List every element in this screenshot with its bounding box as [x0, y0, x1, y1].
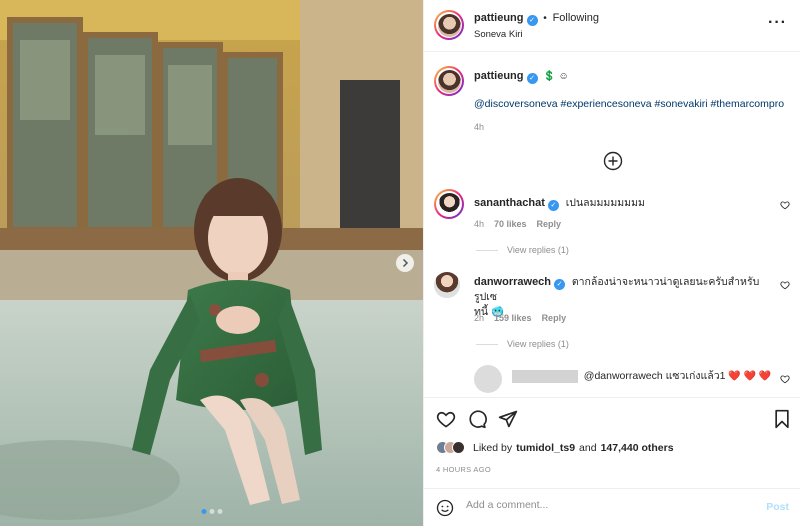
- following-button[interactable]: Following: [553, 12, 599, 24]
- caption-emojis: 💲 ☺: [543, 71, 569, 82]
- post-panel: pattieung ✓ • Following Soneva Kiri ··· p…: [423, 0, 800, 526]
- photo-image: [0, 0, 423, 526]
- reply-text: @danworrawech แซวเก่งแล้ว1: [583, 370, 729, 382]
- share-paper-plane-icon[interactable]: [498, 409, 518, 429]
- comment-box: Post: [424, 488, 800, 526]
- likes-summary: Liked by tumidol_ts9 and 147,440 others: [436, 441, 674, 454]
- comment-avatar[interactable]: [434, 189, 464, 219]
- verified-icon: ✓: [526, 15, 538, 26]
- avatar: [452, 441, 465, 454]
- comment-likes[interactable]: 70 likes: [494, 219, 527, 229]
- like-comment-heart-icon[interactable]: [780, 280, 790, 290]
- location-link[interactable]: Soneva Kiri: [474, 29, 599, 40]
- comment-bubble-icon[interactable]: [467, 409, 487, 429]
- caption-username[interactable]: pattieung: [474, 70, 524, 82]
- post-photo[interactable]: [0, 0, 423, 526]
- chevron-right-icon: [402, 258, 409, 268]
- comment-username[interactable]: danworrawech: [474, 276, 551, 288]
- view-replies-button[interactable]: View replies (1): [476, 339, 569, 349]
- carousel-dot: [201, 509, 206, 514]
- comment-username[interactable]: sananthachat: [474, 197, 545, 209]
- caption-hashtags[interactable]: @discoversoneva #experiencesoneva #sonev…: [474, 98, 784, 110]
- verified-icon: ✓: [554, 279, 566, 290]
- verified-icon: ✓: [547, 200, 559, 211]
- caption-avatar[interactable]: [434, 66, 464, 96]
- load-more-comments-button[interactable]: [603, 151, 623, 174]
- view-replies-button[interactable]: View replies (1): [476, 245, 569, 255]
- censored-username: [512, 369, 578, 383]
- caption: pattieung ✓ 💲 ☺: [474, 70, 569, 84]
- comment-text: เปนลมมมมมมมม: [565, 197, 645, 209]
- post-comment-button[interactable]: Post: [766, 501, 789, 513]
- post-timestamp[interactable]: 4 HOURS AGO: [436, 465, 491, 474]
- author-avatar[interactable]: [434, 10, 464, 40]
- likes-and: and: [579, 441, 597, 454]
- caption-time: 4h: [474, 122, 485, 132]
- emoji-icon[interactable]: [436, 499, 454, 517]
- like-heart-icon[interactable]: [436, 409, 456, 429]
- author-username[interactable]: pattieung: [474, 12, 524, 24]
- carousel-dot: [209, 509, 214, 514]
- comment-meta: 2h 159 likes Reply: [474, 313, 566, 323]
- reply-button[interactable]: Reply: [542, 313, 567, 323]
- liker-username[interactable]: tumidol_ts9: [516, 442, 575, 454]
- verified-icon: ✓: [526, 73, 538, 84]
- comment-item: sananthachat ✓ เปนลมมมมมมมม: [474, 194, 645, 211]
- more-horizontal-icon[interactable]: ···: [768, 15, 787, 31]
- comment-meta: 4h 70 likes Reply: [474, 219, 561, 229]
- reply-hearts: ❤️ ❤️ ❤️: [728, 371, 772, 382]
- likes-count[interactable]: 147,440 others: [601, 442, 674, 454]
- carousel-dots: [201, 509, 222, 514]
- liker-avatars: [436, 441, 465, 454]
- likes-prefix: Liked by: [473, 441, 513, 454]
- bookmark-icon[interactable]: [773, 409, 791, 429]
- comment-time: 4h: [474, 219, 485, 229]
- comment-time: 2h: [474, 313, 485, 323]
- like-comment-heart-icon[interactable]: [780, 374, 790, 384]
- comment-likes[interactable]: 159 likes: [494, 313, 532, 323]
- carousel-dot: [217, 509, 222, 514]
- comment-avatar[interactable]: [434, 272, 460, 298]
- next-image-button[interactable]: [396, 254, 414, 272]
- post-header: pattieung ✓ • Following Soneva Kiri ···: [424, 0, 800, 52]
- reply-button[interactable]: Reply: [537, 219, 562, 229]
- reply-item: @danworrawech แซวเก่งแล้ว1 ❤️ ❤️ ❤️: [512, 367, 771, 384]
- like-comment-heart-icon[interactable]: [780, 200, 790, 210]
- separator-dot: •: [543, 13, 547, 24]
- reply-avatar[interactable]: [474, 365, 502, 393]
- add-comment-input[interactable]: [466, 499, 756, 511]
- plus-circle-icon: [603, 151, 623, 171]
